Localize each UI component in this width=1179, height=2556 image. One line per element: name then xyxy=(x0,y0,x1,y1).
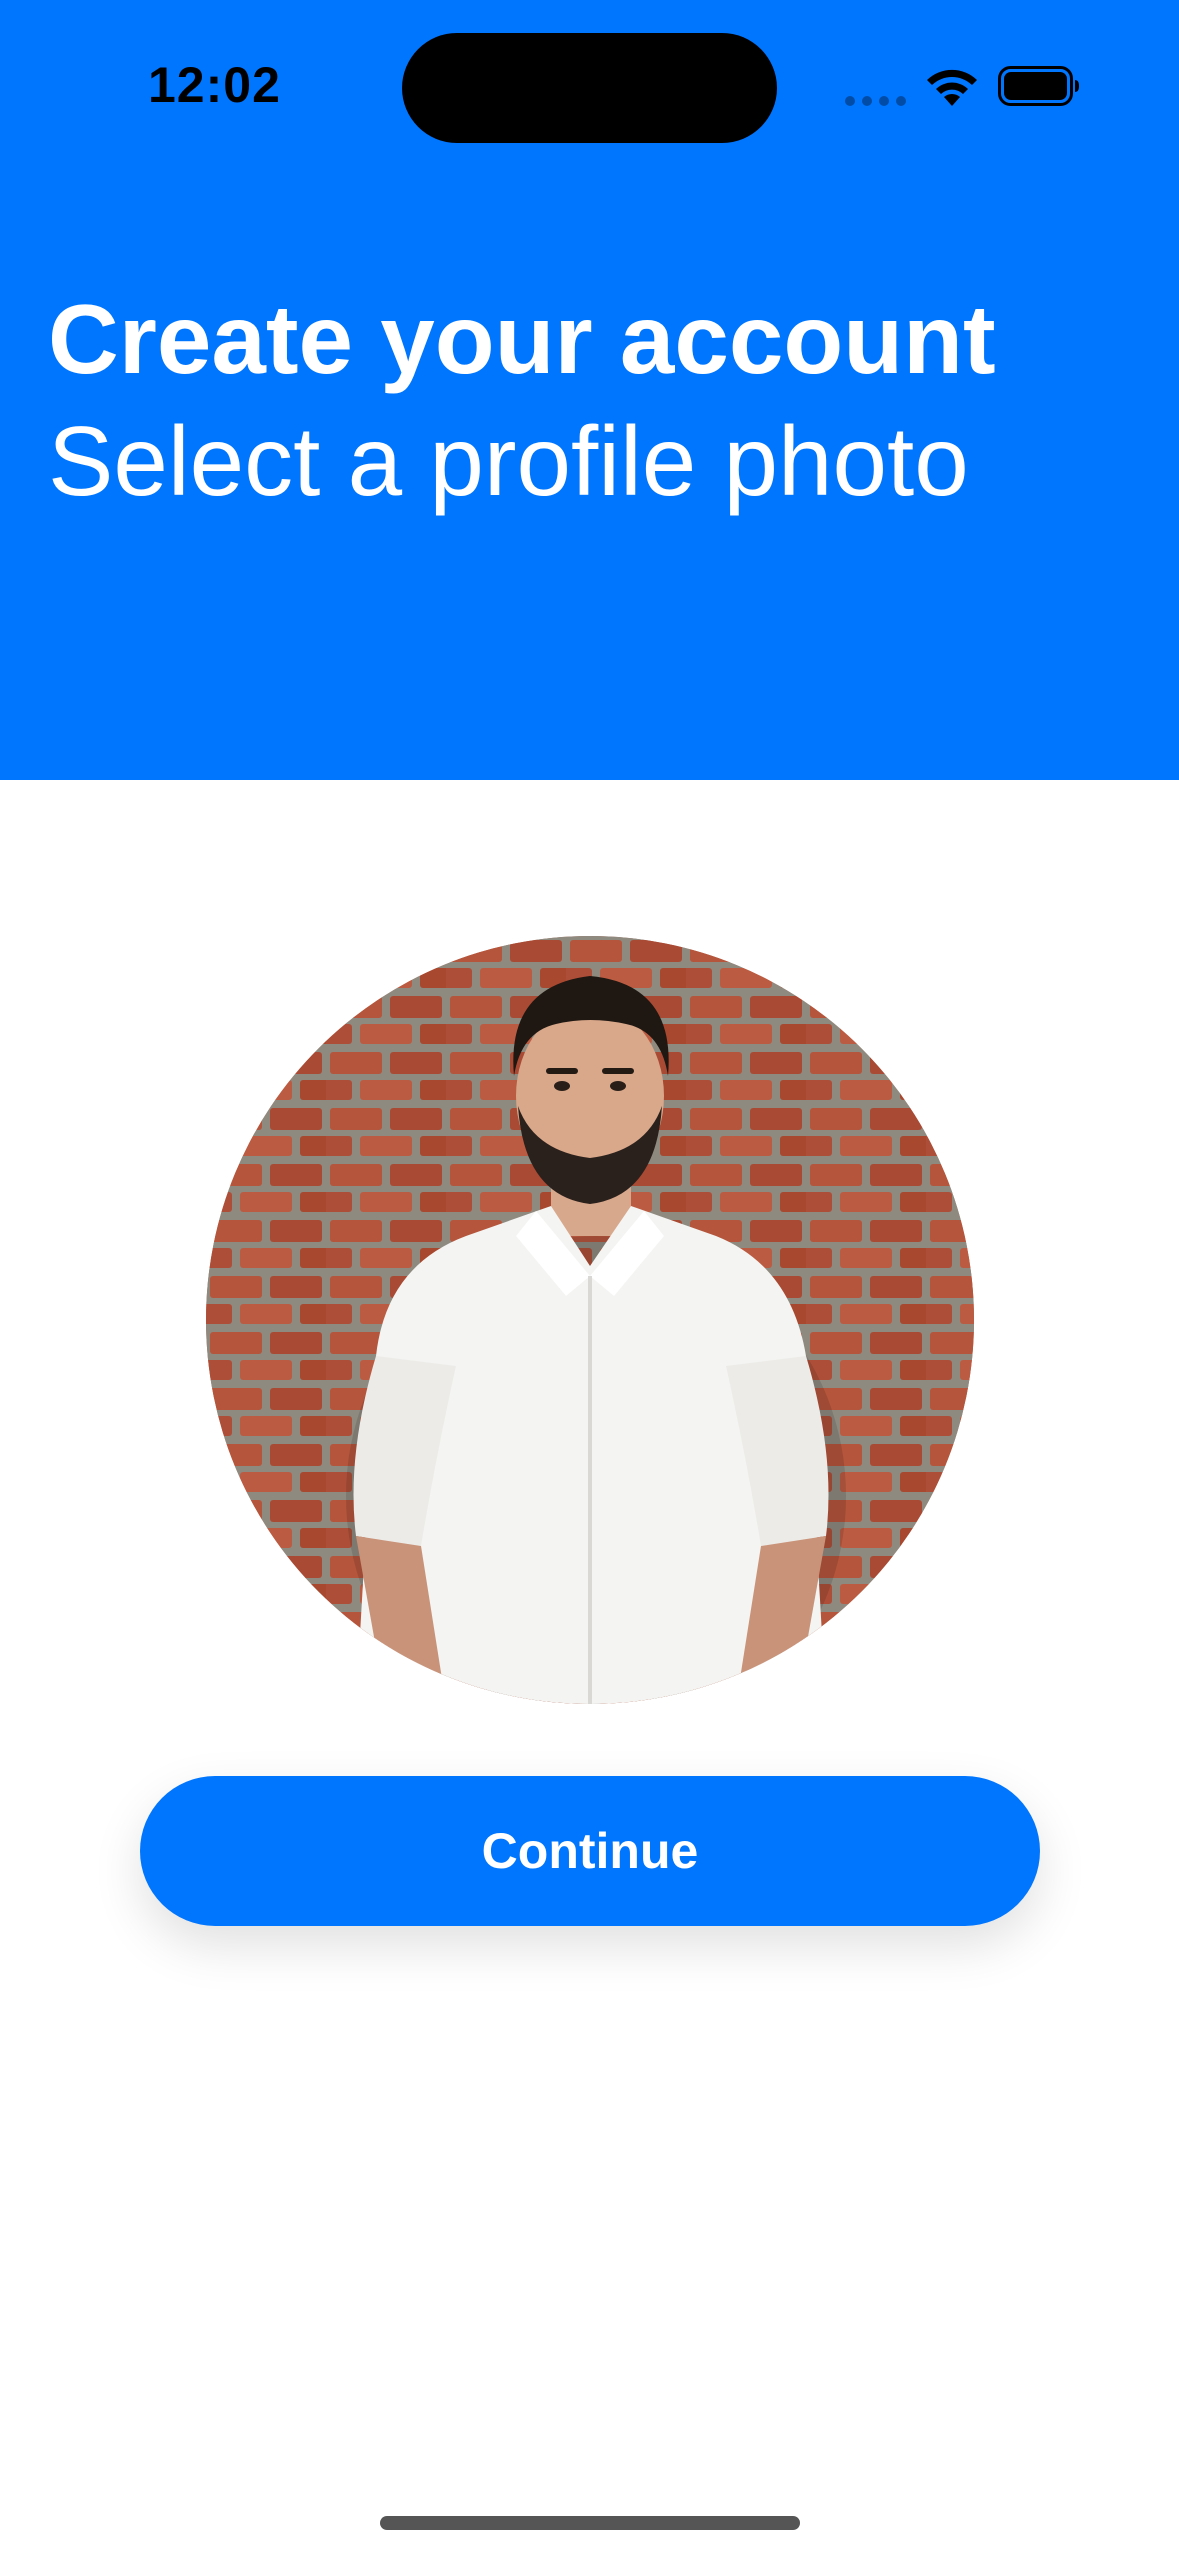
status-bar: 12:02 xyxy=(0,0,1179,170)
profile-photo-image xyxy=(206,936,974,1704)
header: 12:02 Create your account Select a profi… xyxy=(0,0,1179,780)
cellular-dots-icon xyxy=(845,96,907,106)
page-title: Create your account xyxy=(48,284,996,394)
wifi-icon xyxy=(927,69,977,106)
status-time: 12:02 xyxy=(148,57,281,113)
dynamic-island xyxy=(402,33,777,143)
create-account-screen: 12:02 Create your account Select a profi… xyxy=(0,0,1179,2556)
battery-icon xyxy=(998,66,1079,106)
page-subtitle: Select a profile photo xyxy=(48,406,969,516)
continue-button[interactable]: Continue xyxy=(140,1776,1040,1926)
profile-photo[interactable] xyxy=(206,936,974,1704)
home-indicator[interactable] xyxy=(380,2516,800,2530)
